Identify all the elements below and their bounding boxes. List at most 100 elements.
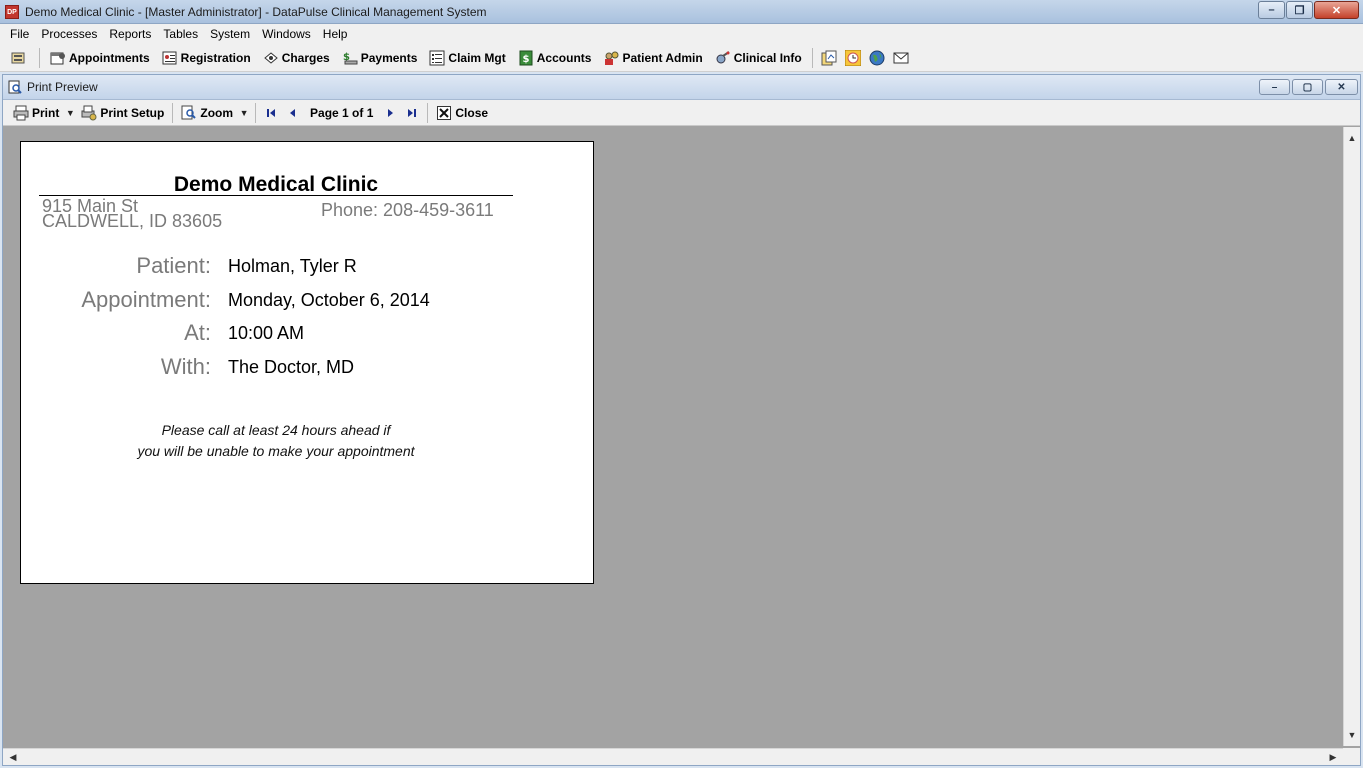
patient-label: Patient: <box>136 253 211 278</box>
at-value: 10:00 AM <box>228 323 305 343</box>
home-icon <box>10 50 26 66</box>
last-page-icon <box>408 108 417 117</box>
claim-mgt-button[interactable]: Claim Mgt <box>423 47 511 69</box>
app-icon: DP <box>5 4 19 19</box>
zoom-icon <box>181 105 197 121</box>
window-title: Demo Medical Clinic - [Master Administra… <box>25 4 487 19</box>
menu-help[interactable]: Help <box>317 27 354 41</box>
registration-icon <box>162 50 178 66</box>
print-setup-icon <box>81 105 97 121</box>
mail-button[interactable] <box>892 49 910 67</box>
menu-processes[interactable]: Processes <box>35 27 103 41</box>
first-page-button[interactable] <box>260 102 282 124</box>
accounts-label: Accounts <box>536 50 592 65</box>
print-dropdown-arrow[interactable]: ▼ <box>63 102 77 124</box>
clinic-name: Demo Medical Clinic <box>173 173 379 196</box>
claim-mgt-label: Claim Mgt <box>448 50 506 65</box>
payments-button[interactable]: $ Payments <box>336 47 424 69</box>
home-button[interactable] <box>4 47 35 69</box>
maximize-button[interactable]: ❐ <box>1286 1 1313 19</box>
appointment-label: Appointment: <box>81 287 211 312</box>
toolbar-separator <box>255 102 257 123</box>
appointments-label: Appointments <box>69 50 150 65</box>
globe-button[interactable] <box>868 49 886 67</box>
last-page-button[interactable] <box>401 102 423 124</box>
main-toolbar: Appointments Registration Charges $ Paym… <box>0 44 1363 72</box>
print-button[interactable]: Print <box>9 102 63 124</box>
appointments-icon <box>50 50 66 66</box>
toolbar-separator <box>811 47 813 68</box>
scroll-down-arrow[interactable]: ▼ <box>1344 727 1360 743</box>
toolbar-separator <box>427 102 429 123</box>
print-preview-icon <box>7 79 23 95</box>
claim-icon <box>429 50 445 66</box>
next-page-button[interactable] <box>379 102 401 124</box>
menu-bar: File Processes Reports Tables System Win… <box>0 24 1363 44</box>
menu-windows[interactable]: Windows <box>256 27 317 41</box>
zoom-dropdown-arrow[interactable]: ▼ <box>237 102 251 124</box>
zoom-label: Zoom <box>200 105 234 120</box>
horizontal-scrollbar[interactable]: ◀ ▶ <box>3 748 1343 765</box>
clinic-phone: Phone: 208-459-3611 <box>321 200 494 220</box>
print-preview-title: Print Preview <box>27 80 98 94</box>
minimize-button[interactable]: – <box>1258 1 1285 19</box>
zoom-button[interactable]: Zoom <box>177 102 237 124</box>
accounts-button[interactable]: $ Accounts <box>512 47 598 69</box>
registration-label: Registration <box>180 50 251 65</box>
previous-page-button[interactable] <box>282 102 304 124</box>
payments-label: Payments <box>360 50 418 65</box>
window-controls: – ❐ ✕ <box>1257 1 1359 19</box>
close-button[interactable]: ✕ <box>1314 1 1359 19</box>
charges-icon <box>263 50 279 66</box>
child-maximize-button[interactable]: ▢ <box>1292 79 1323 95</box>
close-preview-button[interactable]: Close <box>432 102 492 124</box>
preview-canvas[interactable]: Demo Medical Clinic 915 Main St CALDWELL… <box>3 127 1343 746</box>
main-title-bar: DP Demo Medical Clinic - [Master Adminis… <box>0 0 1363 24</box>
at-label: At: <box>184 320 211 345</box>
toolbar-separator <box>39 47 40 68</box>
clinical-info-icon <box>715 50 731 66</box>
clinical-info-label: Clinical Info <box>733 50 802 65</box>
clock-button[interactable] <box>844 49 862 67</box>
patient-admin-label: Patient Admin <box>622 50 703 65</box>
reports-icon <box>821 50 837 65</box>
child-minimize-button[interactable]: – <box>1259 79 1290 95</box>
scrollbar-corner <box>1343 748 1360 765</box>
payments-icon: $ <box>342 50 358 66</box>
reminder-note-line-2: you will be unable to make your appointm… <box>137 443 415 459</box>
preview-page: Demo Medical Clinic 915 Main St CALDWELL… <box>20 141 594 584</box>
svg-text:$: $ <box>522 54 529 65</box>
with-value: The Doctor, MD <box>228 357 355 377</box>
menu-system[interactable]: System <box>204 27 256 41</box>
clinical-info-button[interactable]: Clinical Info <box>709 47 808 69</box>
appointments-button[interactable]: Appointments <box>44 47 156 69</box>
child-close-button[interactable]: ✕ <box>1325 79 1358 95</box>
previous-page-icon <box>290 108 296 117</box>
scroll-left-arrow[interactable]: ◀ <box>5 749 21 765</box>
reports-shortcut-button[interactable] <box>820 49 838 67</box>
next-page-icon <box>388 108 394 117</box>
charges-label: Charges <box>281 50 330 65</box>
menu-tables[interactable]: Tables <box>157 27 204 41</box>
menu-reports[interactable]: Reports <box>103 27 157 41</box>
clock-icon <box>844 49 861 66</box>
menu-file[interactable]: File <box>4 27 35 41</box>
child-window-controls: – ▢ ✕ <box>1257 79 1358 95</box>
appointment-value: Monday, October 6, 2014 <box>228 290 430 310</box>
scroll-up-arrow[interactable]: ▲ <box>1344 130 1360 146</box>
printer-icon <box>13 105 29 121</box>
globe-icon <box>869 50 885 65</box>
address-line-2: CALDWELL, ID 83605 <box>42 211 223 231</box>
scroll-right-arrow[interactable]: ▶ <box>1325 749 1341 765</box>
accounts-icon: $ <box>518 50 534 66</box>
print-setup-button[interactable]: Print Setup <box>77 102 168 124</box>
print-preview-toolbar: Print ▼ Print Setup Zoom ▼ Page 1 of 1 C… <box>3 100 1360 126</box>
patient-value: Holman, Tyler R <box>228 256 357 276</box>
with-label: With: <box>160 354 211 379</box>
print-setup-label: Print Setup <box>100 105 165 120</box>
vertical-scrollbar[interactable]: ▲ ▼ <box>1343 127 1360 746</box>
close-icon <box>436 105 452 121</box>
charges-button[interactable]: Charges <box>257 47 336 69</box>
registration-button[interactable]: Registration <box>156 47 257 69</box>
patient-admin-button[interactable]: Patient Admin <box>597 47 708 69</box>
